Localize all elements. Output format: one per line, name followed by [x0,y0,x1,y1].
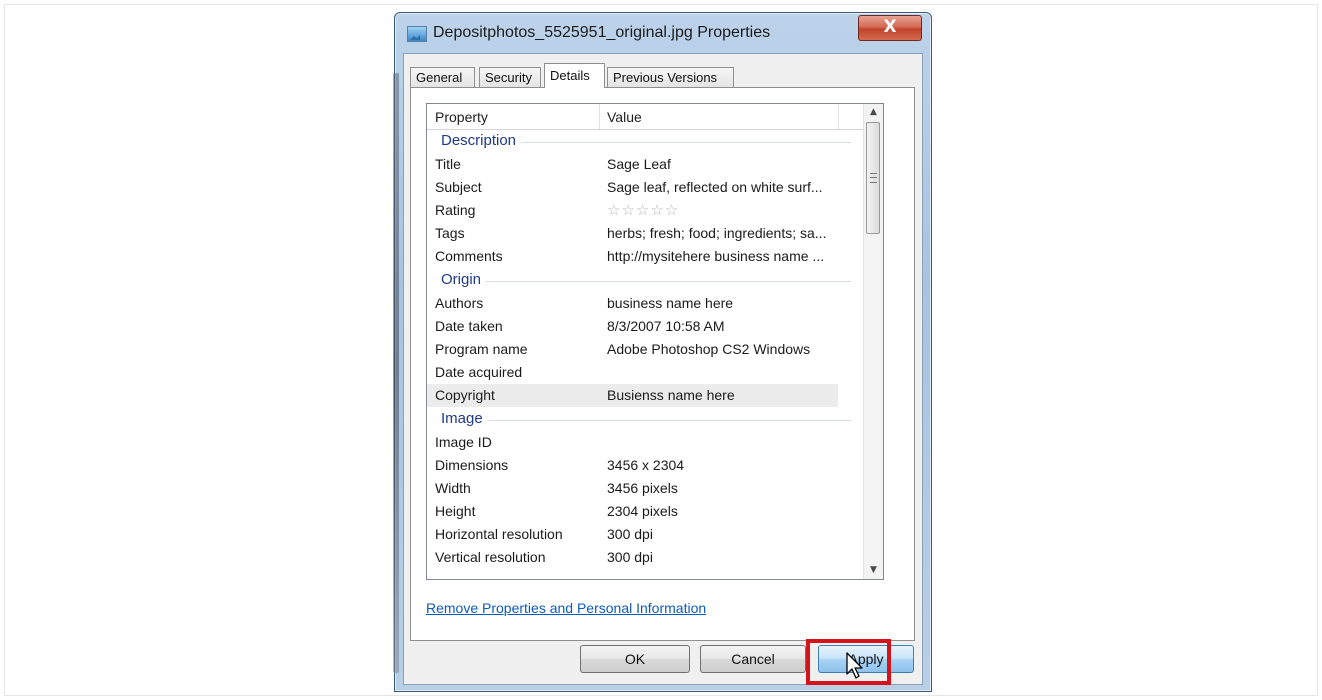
list-item[interactable]: Authors business name here [427,292,865,315]
list-item[interactable]: Height 2304 pixels [427,500,865,523]
ok-button[interactable]: OK [580,645,690,673]
list-item[interactable]: Rating ☆☆☆☆☆ [427,199,865,222]
property-name: Tags [435,225,465,241]
property-name: Title [435,156,461,172]
list-item[interactable]: Program name Adobe Photoshop CS2 Windows [427,338,865,361]
list-item[interactable]: Tags herbs; fresh; food; ingredients; sa.… [427,222,865,245]
group-label: Image [441,410,488,427]
property-value[interactable]: Sage Leaf [607,156,671,172]
cancel-button[interactable]: Cancel [700,645,806,673]
column-header-property[interactable]: Property [435,109,488,125]
image-file-icon [407,26,427,42]
property-value[interactable]: 300 dpi [607,526,653,542]
vertical-scrollbar[interactable]: ▲ ▼ [863,104,883,579]
property-value[interactable]: 8/3/2007 10:58 AM [607,318,725,334]
property-value[interactable]: 2304 pixels [607,503,678,519]
list-item[interactable]: Title Sage Leaf [427,153,865,176]
list-item[interactable]: Date acquired [427,361,865,384]
property-name: Width [435,480,471,496]
property-value[interactable]: Sage leaf, reflected on white surf... [607,179,823,195]
column-header-value[interactable]: Value [607,109,642,125]
property-value[interactable]: 3456 pixels [607,480,678,496]
grip-icon [870,173,877,183]
properties-dialog: Depositphotos_5525951_original.jpg Prope… [393,12,932,692]
mouse-pointer-icon [846,652,863,679]
list-item[interactable]: Vertical resolution 300 dpi [427,546,865,569]
column-divider[interactable] [599,104,600,129]
property-value[interactable]: business name here [607,295,733,311]
list-item[interactable]: Subject Sage leaf, reflected on white sur… [427,176,865,199]
window-title: Depositphotos_5525951_original.jpg Prope… [433,24,771,41]
property-name: Authors [435,295,484,311]
rating-stars[interactable]: ☆☆☆☆☆ [607,201,679,219]
property-name: Date acquired [435,364,523,380]
tab-general[interactable]: General [410,67,475,87]
title-bar[interactable]: Depositphotos_5525951_original.jpg Prope… [395,13,931,53]
property-name: Dimensions [435,457,509,473]
property-value[interactable]: Adobe Photoshop CS2 Windows [607,341,810,357]
scroll-up-arrow-icon[interactable]: ▲ [864,104,883,121]
scrollbar-thumb[interactable] [866,122,880,234]
list-item[interactable]: Date taken 8/3/2007 10:58 AM [427,315,865,338]
property-name: Image ID [435,434,492,450]
list-header: Property Value [427,104,865,130]
property-name: Program name [435,341,528,357]
dialog-client-area: General Security Details Previous Versio… [403,53,923,685]
group-header-origin: Origin [427,268,865,292]
property-rows: Description Title Sage Leaf Subject Sage l… [427,129,865,569]
tab-previous-versions[interactable]: Previous Versions [607,67,734,87]
property-name: Vertical resolution [435,549,546,565]
close-button[interactable]: X [858,15,922,41]
property-value[interactable]: 300 dpi [607,549,653,565]
group-label: Description [441,132,522,149]
property-value[interactable]: herbs; fresh; food; ingredients; sa... [607,225,826,241]
property-name: Copyright [435,387,495,403]
property-value[interactable]: 3456 x 2304 [607,457,684,473]
list-item-selected[interactable]: Copyright Busienss name here [427,384,838,407]
group-label: Origin [441,271,487,288]
property-name: Rating [435,202,476,218]
list-item[interactable]: Width 3456 pixels [427,477,865,500]
scroll-down-arrow-icon[interactable]: ▼ [864,562,883,579]
property-name: Horizontal resolution [435,526,563,542]
property-list[interactable]: Property Value Description Title Sage Lea… [426,103,884,580]
property-value[interactable]: Busienss name here [607,387,735,403]
remove-properties-link[interactable]: Remove Properties and Personal Informati… [426,600,706,616]
list-item[interactable]: Horizontal resolution 300 dpi [427,523,865,546]
property-value[interactable]: http://mysitehere business name ... [607,248,824,264]
property-name: Comments [435,248,503,264]
property-name: Height [435,503,476,519]
tab-security[interactable]: Security [479,67,541,87]
property-name: Date taken [435,318,503,334]
group-header-description: Description [427,129,865,153]
column-divider [838,104,839,129]
list-item[interactable]: Dimensions 3456 x 2304 [427,454,865,477]
tab-details[interactable]: Details [544,63,605,88]
property-name: Subject [435,179,482,195]
group-header-image: Image [427,407,865,431]
list-item[interactable]: Image ID [427,431,865,454]
list-item[interactable]: Comments http://mysitehere business name … [427,245,865,268]
